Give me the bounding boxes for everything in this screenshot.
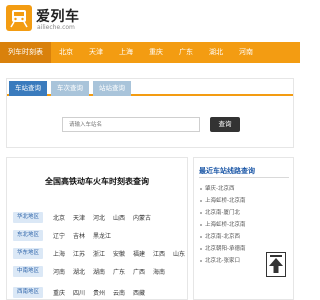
city-link[interactable]: 吉林 [73, 231, 85, 240]
city-link[interactable]: 辽宁 [53, 231, 65, 240]
route-label: 上海虹桥-北京南 [205, 222, 246, 228]
region-row: 西南地区 重庆 四川 贵州 云南 西藏 [7, 285, 187, 300]
nav-item-shanghai[interactable]: 上海 [111, 42, 141, 63]
recent-route-link[interactable]: 上海虹桥-北京南 [200, 196, 246, 204]
region-label[interactable]: 中南地区 [13, 266, 43, 277]
city-link[interactable]: 上海 [53, 249, 65, 258]
recent-route-link[interactable]: 上海虹桥-北京南 [200, 220, 246, 228]
bullet-icon [200, 187, 202, 190]
timetable-title: 全国高铁动车火车时刻表查询 [45, 177, 149, 186]
recent-routes-panel: 最近车站线路查询 肇庆-北京西 上海虹桥-北京南 北京南-厦门北 上海虹桥-北京… [193, 157, 294, 300]
bullet-icon [200, 211, 202, 214]
region-row: 中南地区 河南 湖北 湖南 广东 广西 海南 [7, 264, 187, 279]
bullet-icon [200, 259, 202, 262]
bullet-icon [200, 235, 202, 238]
nav-item-timetable[interactable]: 列车时刻表 [0, 42, 51, 63]
divider [199, 177, 289, 178]
city-link[interactable]: 四川 [73, 288, 85, 297]
route-label: 上海虹桥-北京南 [205, 198, 246, 204]
recent-route-link[interactable]: 北京南-厦门北 [200, 208, 240, 216]
city-link[interactable]: 河南 [53, 267, 65, 276]
station-search-input[interactable] [62, 117, 200, 132]
region-label[interactable]: 华北地区 [13, 212, 43, 223]
recent-route-link[interactable]: 肇庆-北京西 [200, 184, 235, 192]
main-nav: 列车时刻表 北京 天津 上海 重庆 广东 湖北 河南 [0, 42, 300, 63]
search-button[interactable]: 查询 [210, 117, 240, 132]
region-row: 华北地区 北京 天津 河北 山西 内蒙古 [7, 210, 187, 225]
city-link[interactable]: 海南 [153, 267, 165, 276]
city-link[interactable]: 江西 [153, 249, 165, 258]
bullet-icon [200, 247, 202, 250]
city-link[interactable]: 重庆 [53, 288, 65, 297]
recent-route-link[interactable]: 北京北-张家口 [200, 256, 240, 264]
search-tabs: 车站查询 车次查询 站站查询 [7, 79, 293, 96]
nav-item-hubei[interactable]: 湖北 [201, 42, 231, 63]
region-row: 东北地区 辽宁 吉林 黑龙江 [7, 228, 187, 243]
city-link[interactable]: 湖南 [93, 267, 105, 276]
nav-item-tianjin[interactable]: 天津 [81, 42, 111, 63]
search-panel: 车站查询 车次查询 站站查询 查询 [6, 78, 294, 148]
city-link[interactable]: 湖北 [73, 267, 85, 276]
city-link[interactable]: 西藏 [133, 288, 145, 297]
site-header: 爱列车 ailieche.com [0, 0, 300, 40]
region-label[interactable]: 西南地区 [13, 287, 43, 298]
city-link[interactable]: 江苏 [73, 249, 85, 258]
city-link[interactable]: 内蒙古 [133, 213, 151, 222]
tab-route-search[interactable]: 站站查询 [93, 81, 131, 96]
recent-route-link[interactable]: 北京朝阳-承德南 [200, 244, 246, 252]
bullet-icon [200, 199, 202, 202]
nav-item-chongqing[interactable]: 重庆 [141, 42, 171, 63]
tab-train-search[interactable]: 车次查询 [51, 81, 89, 96]
region-label[interactable]: 华东地区 [13, 248, 43, 259]
city-link[interactable]: 贵州 [93, 288, 105, 297]
route-label: 北京南-北京西 [205, 234, 240, 240]
city-link[interactable]: 广东 [113, 267, 125, 276]
city-link[interactable]: 广西 [133, 267, 145, 276]
city-link[interactable]: 福建 [133, 249, 145, 258]
city-link[interactable]: 山西 [113, 213, 125, 222]
recent-route-link[interactable]: 北京南-北京西 [200, 232, 240, 240]
bullet-icon [200, 223, 202, 226]
nav-item-beijing[interactable]: 北京 [51, 42, 81, 63]
nav-item-henan[interactable]: 河南 [231, 42, 261, 63]
city-link[interactable]: 山东 [173, 249, 185, 258]
nav-item-guangdong[interactable]: 广东 [171, 42, 201, 63]
region-label[interactable]: 东北地区 [13, 230, 43, 241]
city-link[interactable]: 云南 [113, 288, 125, 297]
route-label: 肇庆-北京西 [205, 186, 235, 192]
city-link[interactable]: 北京 [53, 213, 65, 222]
city-link[interactable]: 河北 [93, 213, 105, 222]
city-link[interactable]: 天津 [73, 213, 85, 222]
back-to-top-button[interactable] [266, 252, 286, 277]
arrow-up-icon [269, 255, 283, 273]
city-link[interactable]: 黑龙江 [93, 231, 111, 240]
site-domain: ailieche.com [37, 24, 75, 31]
route-label: 北京南-厦门北 [205, 210, 240, 216]
recent-routes-title: 最近车站线路查询 [199, 167, 255, 175]
city-link[interactable]: 浙江 [93, 249, 105, 258]
route-label: 北京朝阳-承德南 [205, 246, 246, 252]
tab-station-search[interactable]: 车站查询 [9, 81, 47, 96]
city-link[interactable]: 安徽 [113, 249, 125, 258]
timetable-panel: 全国高铁动车火车时刻表查询 华北地区 北京 天津 河北 山西 内蒙古 东北地区 … [6, 157, 188, 300]
region-row: 华东地区 上海 江苏 浙江 安徽 福建 江西 山东 [7, 246, 187, 261]
route-label: 北京北-张家口 [205, 258, 240, 264]
site-name[interactable]: 爱列车 [36, 6, 80, 26]
train-icon[interactable] [6, 5, 32, 31]
